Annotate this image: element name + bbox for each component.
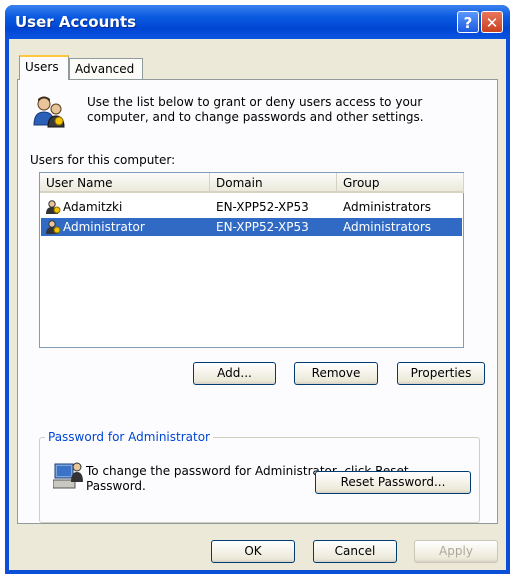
users-list[interactable]: User Name Domain Group Adamitzki EN-XPP5…	[39, 172, 464, 348]
group-cell: Administrators	[343, 200, 432, 214]
users-list-label: Users for this computer:	[30, 153, 176, 167]
properties-button[interactable]: Properties	[397, 362, 485, 385]
domain-cell: EN-XPP52-XP53	[216, 200, 309, 214]
password-group-label: Password for Administrator	[45, 430, 213, 444]
domain-cell: EN-XPP52-XP53	[216, 220, 309, 234]
computer-user-icon	[53, 462, 83, 489]
window-title: User Accounts	[15, 13, 137, 31]
users-icon	[33, 96, 65, 128]
ok-button[interactable]: OK	[211, 540, 295, 563]
table-row[interactable]: Adamitzki EN-XPP52-XP53 Administrators	[41, 198, 462, 216]
user-icon	[46, 200, 61, 214]
column-header-domain[interactable]: Domain	[210, 173, 337, 193]
user-icon	[46, 220, 61, 234]
user-name-cell: Adamitzki	[63, 200, 123, 214]
help-button[interactable]: ?	[457, 11, 479, 33]
close-button[interactable]: ✕	[481, 11, 503, 33]
group-cell: Administrators	[343, 220, 432, 234]
column-header-user-name[interactable]: User Name	[40, 173, 210, 193]
remove-button[interactable]: Remove	[294, 362, 378, 385]
user-name-cell: Administrator	[63, 220, 145, 234]
user-accounts-window: User Accounts ? ✕ Users Advanced Use the…	[5, 5, 510, 574]
cancel-button[interactable]: Cancel	[313, 540, 397, 563]
table-row-selected[interactable]: Administrator EN-XPP52-XP53 Administrato…	[41, 218, 462, 236]
title-bar[interactable]: User Accounts ? ✕	[5, 5, 510, 39]
add-button[interactable]: Add...	[193, 362, 276, 385]
apply-button[interactable]: Apply	[414, 540, 498, 563]
column-header-group[interactable]: Group	[337, 173, 464, 193]
dialog-client-area: Users Advanced Use the list below to gra…	[9, 39, 506, 570]
tab-users[interactable]: Users	[19, 55, 69, 80]
tab-advanced[interactable]: Advanced	[69, 58, 143, 80]
reset-password-button[interactable]: Reset Password...	[315, 471, 471, 494]
intro-text: Use the list below to grant or deny user…	[87, 95, 424, 124]
